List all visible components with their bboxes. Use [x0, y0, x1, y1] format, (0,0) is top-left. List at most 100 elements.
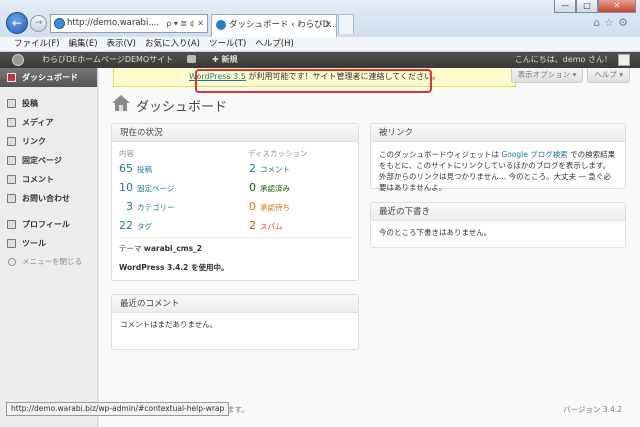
maximize-button[interactable]: □	[576, 0, 598, 13]
media-icon	[7, 118, 16, 127]
sidebar-item-pages[interactable]: 固定ページ	[0, 151, 97, 170]
contact-icon	[7, 194, 16, 203]
address-bar[interactable]: http://demo.warabi.... ρ ▾ ≣ ¢ ✕	[50, 14, 208, 33]
admin-bar-greeting[interactable]: こんにちは、demo さん！	[515, 52, 612, 68]
page-icon	[7, 156, 16, 165]
sidebar-item-profile[interactable]: プロフィール	[0, 215, 97, 234]
sidebar-item-comments[interactable]: コメント	[0, 170, 97, 189]
sidebar-item-media[interactable]: メディア	[0, 113, 97, 132]
stat-row-posts[interactable]: 65 投稿	[117, 162, 152, 175]
stat-label: コメント	[260, 165, 290, 174]
stat-label: タグ	[137, 222, 152, 231]
menu-favorites[interactable]: お気に入り(A)	[145, 37, 200, 51]
sidebar-item-dashboard[interactable]: ダッシュボード	[0, 68, 97, 87]
collapse-menu-label: メニューを閉じる	[22, 257, 82, 266]
widget-title[interactable]: 最近の下書き	[371, 203, 625, 221]
stat-label: 承認済み	[260, 184, 290, 193]
divider	[118, 237, 352, 238]
main-content: WordPress 3.5 が利用可能です！サイト管理者に連絡してください。 表…	[99, 68, 640, 427]
admin-sidebar: ダッシュボード 投稿 メディア リンク 固定ページ コメント お問い合わせ プロ…	[0, 68, 98, 427]
site-favicon-icon	[54, 18, 65, 29]
collapse-menu-button[interactable]: メニューを閉じる	[0, 253, 97, 271]
stat-row-categories[interactable]: 3 カテゴリー	[117, 200, 175, 213]
widget-title[interactable]: 最近のコメント	[112, 295, 358, 313]
sidebar-item-label: リンク	[22, 137, 46, 146]
incoming-links-widget: 被リンク このダッシュボードウィジェットは Google ブログ検索 での検索結…	[370, 123, 626, 192]
sidebar-item-label: メディア	[22, 118, 54, 127]
sidebar-item-label: ダッシュボード	[22, 73, 78, 82]
home-star-gear-icons[interactable]: ⌂☆⚙	[593, 16, 632, 29]
screen-meta-tabs: 表示オプション ▾ ヘルプ ▾	[507, 68, 630, 83]
stat-number: 22	[119, 219, 133, 232]
stat-label: カテゴリー	[137, 203, 175, 212]
wordpress-logo-icon[interactable]	[12, 54, 24, 66]
right-now-widget: 現在の状況 内容 ディスカッション 65 投稿 10 固定ページ 3 カテゴリー 22…	[111, 123, 359, 281]
close-window-button[interactable]: ✕	[598, 0, 636, 13]
menu-file[interactable]: ファイル(F)	[14, 37, 60, 51]
recent-comments-widget: 最近のコメント コメントはまだありません。	[111, 294, 359, 350]
wp-version-info: WordPress 3.4.2 を使用中。	[119, 263, 229, 272]
stat-number: 2	[249, 219, 256, 232]
minimize-button[interactable]: —	[554, 0, 576, 13]
recent-drafts-widget: 最近の下書き 今のところ下書きはありません。	[370, 202, 626, 248]
widget-title[interactable]: 被リンク	[371, 124, 625, 142]
stat-number: 65	[119, 162, 133, 175]
address-tools-icon[interactable]: ρ ▾ ≣ ¢ ✕	[166, 15, 204, 32]
sidebar-item-posts[interactable]: 投稿	[0, 94, 97, 113]
stat-label: 投稿	[137, 165, 152, 174]
theme-name: warabi_cms_2	[143, 244, 203, 253]
stat-row-comments[interactable]: 2 コメント	[246, 162, 290, 175]
tab-close-icon[interactable]: ×	[324, 15, 332, 35]
tab-favicon-icon	[216, 20, 226, 30]
browser-toolbar: — □ ✕ ← → http://demo.warabi.... ρ ▾ ≣ ¢…	[0, 0, 640, 37]
stat-row-pages[interactable]: 10 固定ページ	[117, 181, 174, 194]
back-button[interactable]: ←	[6, 12, 28, 34]
google-blog-search-link[interactable]: Google ブログ検索	[501, 150, 567, 159]
menu-help[interactable]: ヘルプ(H)	[255, 37, 294, 51]
avatar[interactable]	[618, 54, 630, 66]
stat-row-spam[interactable]: 2 スパム	[246, 219, 283, 232]
stat-row-tags[interactable]: 22 タグ	[117, 219, 152, 232]
sidebar-item-links[interactable]: リンク	[0, 132, 97, 151]
wp-admin-bar: わらびDEホームページDEMOサイト ✚ 新規 こんにちは、demo さん！	[0, 52, 640, 68]
stat-number: 10	[119, 181, 133, 194]
forward-button[interactable]: →	[30, 15, 47, 32]
footer-text: ます。	[227, 405, 249, 414]
sidebar-item-label: プロフィール	[22, 220, 70, 229]
widget-title[interactable]: 現在の状況	[112, 124, 358, 142]
new-tab-button[interactable]	[338, 14, 354, 34]
menu-tools[interactable]: ツール(T)	[209, 37, 246, 51]
browser-status-url: http://demo.warabi.biz/wp-admin/#context…	[6, 402, 230, 416]
admin-bar-new[interactable]: ✚ 新規	[212, 52, 238, 68]
stat-number: 0	[249, 181, 256, 194]
wp-version-footer: バージョン 3.4.2	[563, 405, 622, 414]
stat-row-approved[interactable]: 0 承認済み	[246, 181, 290, 194]
sidebar-item-label: お問い合わせ	[22, 194, 70, 203]
sidebar-item-tools[interactable]: ツール	[0, 234, 97, 253]
stat-row-pending[interactable]: 0 承認待ち	[246, 200, 290, 213]
browser-menubar: ファイル(F) 編集(E) 表示(V) お気に入り(A) ツール(T) ヘルプ(…	[0, 37, 640, 52]
admin-bar-site-name[interactable]: わらびDEホームページDEMOサイト	[42, 52, 173, 68]
help-button[interactable]: ヘルプ ▾	[587, 68, 630, 83]
page-title: ダッシュボード	[136, 100, 228, 115]
browser-tab-dashboard[interactable]: ダッシュボード ‹ わらびD... ×	[211, 14, 337, 37]
theme-info: テーマ warabi_cms_2	[119, 243, 202, 254]
stat-number: 3	[126, 200, 133, 213]
dashboard-house-icon	[112, 95, 130, 111]
sidebar-item-contact[interactable]: お問い合わせ	[0, 189, 97, 208]
screen-options-button[interactable]: 表示オプション ▾	[510, 68, 584, 83]
sidebar-separator	[0, 87, 97, 94]
menu-edit[interactable]: 編集(E)	[69, 37, 98, 51]
incoming-links-text: このダッシュボードウィジェットは	[379, 150, 502, 159]
annotation-highlight-box	[195, 69, 432, 93]
comment-bubble-icon[interactable]	[187, 55, 196, 63]
menu-view[interactable]: 表示(V)	[107, 37, 136, 51]
stat-number: 2	[249, 162, 256, 175]
user-icon	[7, 220, 16, 229]
stat-label: 固定ページ	[137, 184, 175, 193]
collapse-arrow-icon	[8, 258, 16, 266]
sidebar-item-label: コメント	[22, 175, 54, 184]
window-controls: — □ ✕	[554, 0, 636, 13]
pin-icon	[7, 99, 16, 108]
stat-number: 0	[249, 200, 256, 213]
